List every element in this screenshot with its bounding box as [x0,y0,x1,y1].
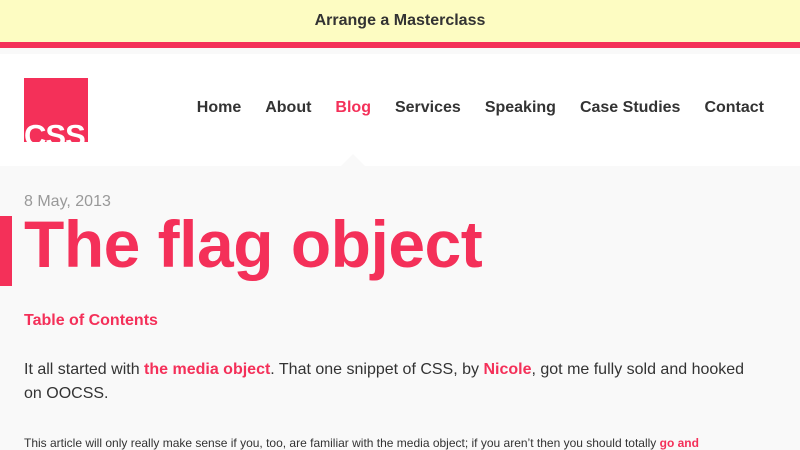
table-of-contents-link[interactable]: Table of Contents [24,312,158,330]
masterclass-link[interactable]: Arrange a Masterclass [315,12,486,30]
nav-item-case-studies[interactable]: Case Studies [580,98,680,118]
promo-banner: Arrange a Masterclass [0,0,800,48]
site-header: CSS Home About Blog Services Speaking Ca… [0,54,800,166]
intro-text-1: It all started with [24,361,145,378]
article: 8 May, 2013 The flag object Table of Con… [0,166,800,450]
title-marker [0,216,12,286]
nav-item-contact[interactable]: Contact [704,98,764,118]
intro-paragraph: It all started with the media object. Th… [24,358,764,406]
nav-item-about[interactable]: About [265,98,311,118]
note-text: This article will only really make sense… [24,436,660,450]
logo-text: CSS [24,118,86,142]
nav-item-services[interactable]: Services [395,98,461,118]
media-object-link[interactable]: the media object [144,361,270,378]
main-nav: Home About Blog Services Speaking Case S… [173,98,764,118]
nicole-link[interactable]: Nicole [483,361,531,378]
intro-text-2: . That one snippet of CSS, by [270,361,484,378]
nav-item-home[interactable]: Home [197,98,241,118]
go-and-link[interactable]: go and [660,436,699,450]
nav-item-blog[interactable]: Blog [335,98,371,118]
nav-item-speaking[interactable]: Speaking [485,98,556,118]
page-title: The flag object [24,207,483,281]
site-logo[interactable]: CSS [24,78,88,142]
note-paragraph: This article will only really make sense… [24,434,784,450]
active-nav-pointer [341,154,365,166]
